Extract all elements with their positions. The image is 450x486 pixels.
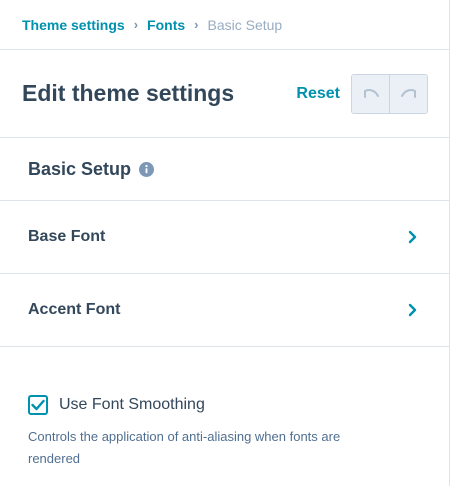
chevron-right-icon: [408, 230, 417, 244]
font-smoothing-help-text: Controls the application of anti-aliasin…: [28, 429, 341, 466]
checkmark-icon: [31, 399, 45, 411]
undo-button[interactable]: [352, 74, 389, 113]
font-smoothing-checkbox[interactable]: [28, 395, 48, 415]
undo-icon: [363, 88, 379, 98]
accent-font-label: Accent Font: [28, 301, 121, 318]
redo-button[interactable]: [389, 74, 427, 113]
base-font-row[interactable]: Base Font: [0, 201, 450, 274]
page-title: Edit theme settings: [22, 80, 235, 106]
font-smoothing-label: Use Font Smoothing: [59, 396, 205, 413]
section-header: Basic Setup: [0, 138, 450, 201]
panel-header: Edit theme settings Reset: [0, 50, 450, 138]
font-smoothing-checkbox-row[interactable]: Use Font Smoothing: [28, 395, 422, 415]
info-icon[interactable]: [139, 161, 155, 177]
breadcrumb-current: Basic Setup: [207, 16, 283, 33]
breadcrumb-theme-settings[interactable]: Theme settings: [22, 17, 125, 33]
undo-redo-group: [351, 73, 428, 114]
reset-button[interactable]: Reset: [296, 85, 340, 103]
header-actions: Reset: [296, 73, 428, 114]
breadcrumb: Theme settings › Fonts › Basic Setup: [0, 0, 450, 50]
chevron-right-icon: [408, 303, 417, 317]
redo-icon: [400, 88, 416, 98]
breadcrumb-separator: ›: [194, 17, 199, 32]
breadcrumb-separator: ›: [133, 17, 139, 32]
accent-font-row[interactable]: Accent Font: [0, 274, 450, 347]
font-smoothing-option: Use Font Smoothing Controls the applicat…: [0, 347, 450, 470]
base-font-label: Base Font: [28, 228, 106, 245]
section-title: Basic Setup: [28, 158, 132, 179]
breadcrumb-fonts[interactable]: Fonts: [147, 17, 185, 33]
